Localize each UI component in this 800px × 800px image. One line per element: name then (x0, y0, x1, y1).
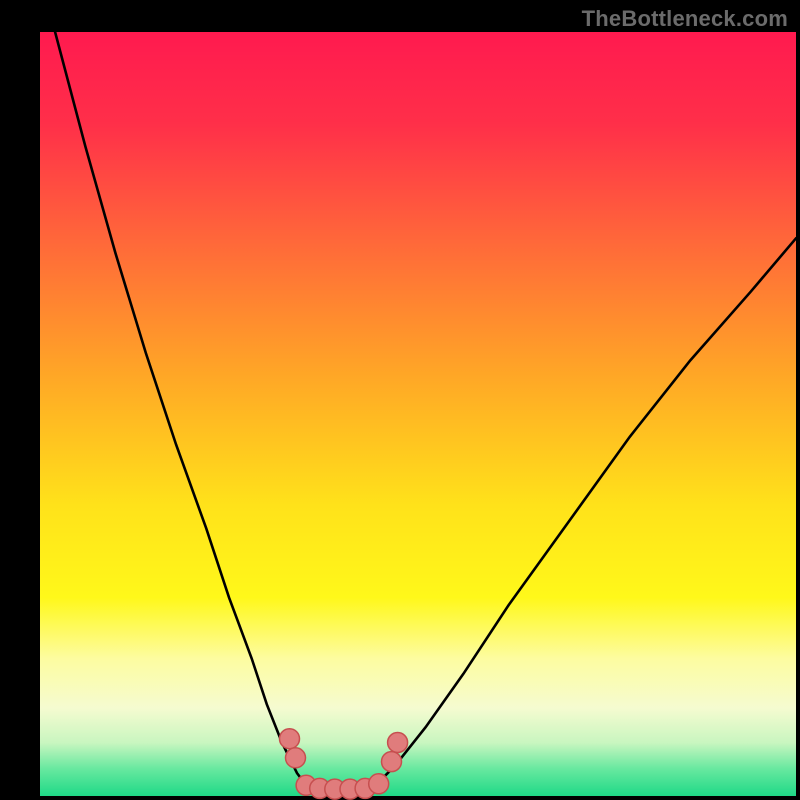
data-marker (388, 733, 408, 753)
bottleneck-chart (0, 0, 800, 800)
chart-frame: TheBottleneck.com (0, 0, 800, 800)
data-marker (280, 729, 300, 749)
data-marker (382, 752, 402, 772)
watermark-text: TheBottleneck.com (582, 6, 788, 32)
data-marker (286, 748, 306, 768)
data-marker (369, 774, 389, 794)
gradient-background (40, 32, 796, 796)
